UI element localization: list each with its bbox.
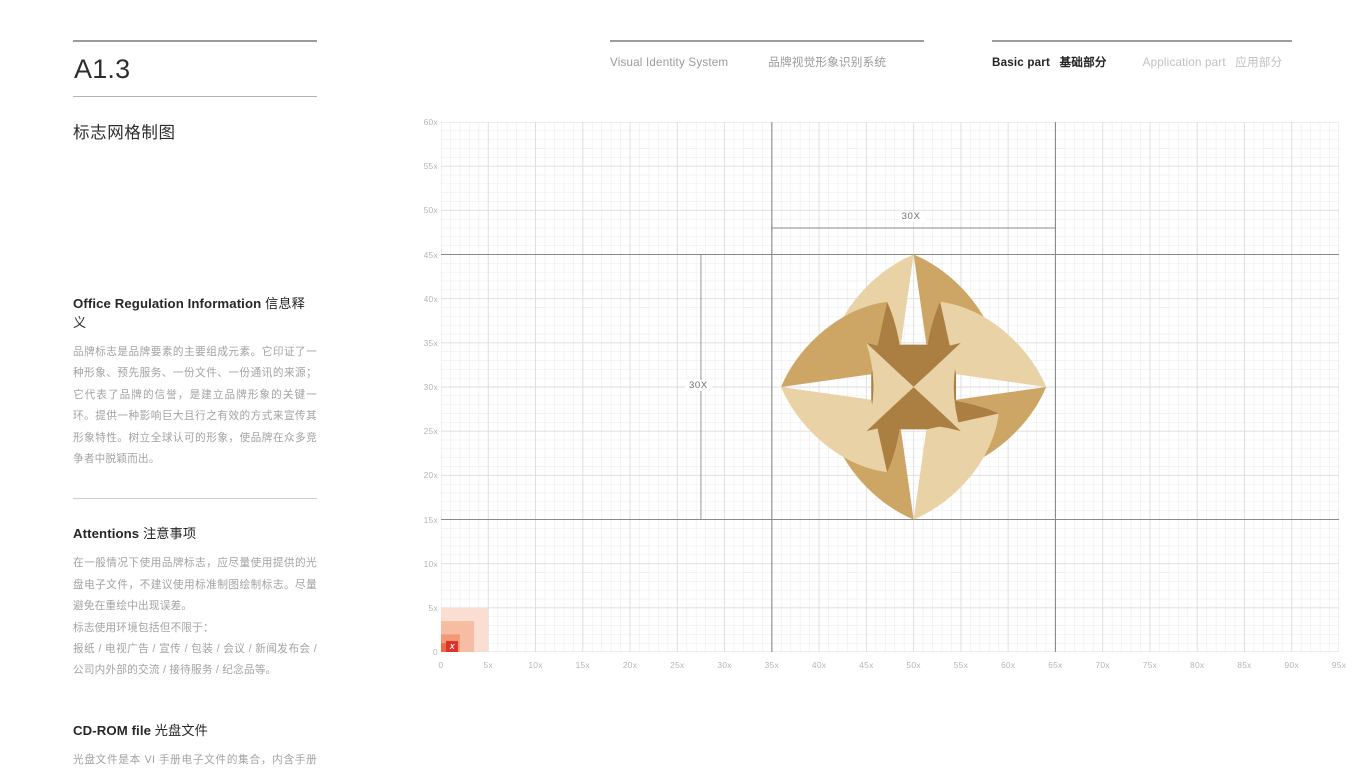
x-tick-label: 85x xyxy=(1237,660,1252,670)
block-office-regulation: Office Regulation Information 信息释义 品牌标志是… xyxy=(73,293,317,470)
dimension-label-horizontal: 30X xyxy=(897,211,925,222)
block-attentions-heading: Attentions 注意事项 xyxy=(73,523,317,542)
x-tick-label: 25x xyxy=(670,660,685,670)
block-attentions-paragraph-3: 报纸 / 电视广告 / 宣传 / 包装 / 会议 / 新闻发布会 / 公司内外部… xyxy=(73,642,317,677)
y-tick-label: 15x xyxy=(423,514,438,525)
x-tick-label: 15x xyxy=(575,660,590,670)
x-tick-label: 20x xyxy=(622,660,638,670)
y-tick-label: 0 xyxy=(433,647,438,657)
unit-x-badge: X xyxy=(446,641,459,652)
block-attentions: Attentions 注意事项 在一般情况下使用品牌标志，应尽量使用提供的光盘电… xyxy=(73,523,317,681)
block-cdrom-file: CD-ROM file 光盘文件 光盘文件是本 VI 手册电子文件的集合，内含手… xyxy=(73,720,317,768)
y-tick-label: 5x xyxy=(428,602,438,613)
y-axis-tick-labels: 0 5x 10x 15x 20x 25x 30x 35x 40x 45x 50x 55x 60x xyxy=(406,112,438,672)
block-office-regulation-body: 品牌标志是品牌要素的主要组成元素。它印证了一种形象、预先服务、一份文件、一份通讯… xyxy=(73,342,317,470)
block-attentions-paragraph-1: 在一般情况下使用品牌标志，应尽量使用提供的光盘电子文件，不建议使用标准制图绘制标… xyxy=(73,557,317,613)
header-vis-cn: 品牌视觉形象识别系统 xyxy=(768,56,887,69)
block-attentions-heading-cn: 注意事项 xyxy=(142,526,197,542)
x-tick-label: 35x xyxy=(764,660,780,670)
y-tick-label: 45x xyxy=(423,249,438,260)
block-office-regulation-heading: Office Regulation Information 信息释义 xyxy=(73,293,317,331)
block-cdrom-file-body: 光盘文件是本 VI 手册电子文件的集合，内含手册制作时的专用软件格式文件。其中 … xyxy=(73,750,317,768)
x-tick-label: 45x xyxy=(859,660,874,670)
y-tick-label: 55x xyxy=(423,161,438,172)
x-tick-label: 75x xyxy=(1142,660,1158,670)
y-tick-label: 60x xyxy=(423,117,438,127)
grid-svg xyxy=(441,122,1339,652)
logo-center-motif xyxy=(866,342,961,432)
block-attentions-heading-en: Attentions xyxy=(73,526,140,542)
page-code: A1.3 xyxy=(74,54,131,84)
sidebar-divider xyxy=(73,498,317,500)
y-tick-label: 10x xyxy=(423,558,438,569)
logo-grid-chart: 0 5x 10x 15x 20x 25x 30x 35x 40x 45x 50x 55x 60x 0 5x… xyxy=(406,112,1346,672)
block-attentions-paragraph-2: 标志使用环境包括但不限于： xyxy=(73,621,214,634)
header-vis-en: Visual Identity System xyxy=(610,56,729,69)
tab-basic-part-en: Basic part xyxy=(992,56,1051,69)
block-office-regulation-heading-en: Office Regulation Information xyxy=(73,296,262,311)
block-cdrom-file-heading: CD-ROM file 光盘文件 xyxy=(73,720,317,739)
block-office-regulation-paragraph: 品牌标志是品牌要素的主要组成元素。它印证了一种形象、预先服务、一份文件、一份通讯… xyxy=(73,346,317,465)
x-tick-label: 55x xyxy=(953,660,969,670)
block-cdrom-file-heading-en: CD-ROM file xyxy=(73,722,152,738)
y-tick-label: 35x xyxy=(423,337,438,348)
block-attentions-body: 在一般情况下使用品牌标志，应尽量使用提供的光盘电子文件，不建议使用标准制图绘制标… xyxy=(73,553,317,681)
x-tick-label: 5x xyxy=(483,660,493,670)
y-tick-label: 30x xyxy=(423,382,438,392)
x-tick-label: 0 xyxy=(438,660,444,670)
tab-application-part-en: Application part xyxy=(1142,56,1226,69)
tab-application-part[interactable]: Application part 应用部分 xyxy=(1143,54,1283,70)
y-tick-label: 50x xyxy=(423,205,438,216)
x-axis-tick-labels: 0 5x 10x 15x 20x 25x 30x 35x 40x 45x 50x 55x 60x 65x 7… xyxy=(438,660,1346,680)
x-tick-label: 30x xyxy=(717,660,732,670)
grid-plot-area xyxy=(441,122,1339,652)
tab-application-part-cn: 应用部分 xyxy=(1235,56,1283,69)
y-tick-label: 40x xyxy=(423,293,438,304)
dimension-label-vertical: 30X xyxy=(684,380,712,391)
x-tick-label: 10x xyxy=(528,660,543,670)
x-tick-label: 90x xyxy=(1284,660,1299,670)
tab-basic-part-cn: 基础部分 xyxy=(1059,56,1107,69)
x-tick-label: 40x xyxy=(811,660,827,670)
x-tick-label: 70x xyxy=(1095,660,1110,670)
x-tick-label: 95x xyxy=(1331,660,1347,670)
header-right-group: Basic part 基础部分 Application part 应用部分 xyxy=(992,40,1292,70)
page-title: 标志网格制图 xyxy=(73,124,176,142)
left-column: A1.3 标志网格制图 Office Regulation Informatio… xyxy=(73,40,317,768)
vi-manual-page: A1.3 标志网格制图 Office Regulation Informatio… xyxy=(0,0,1366,768)
block-cdrom-file-paragraph: 光盘文件是本 VI 手册电子文件的集合，内含手册制作时的专用软件格式文件。其中 … xyxy=(73,753,317,766)
tab-basic-part[interactable]: Basic part 基础部分 xyxy=(992,54,1107,70)
block-cdrom-file-heading-cn: 光盘文件 xyxy=(154,722,208,738)
y-tick-label: 25x xyxy=(423,426,438,437)
x-tick-label: 80x xyxy=(1190,660,1205,670)
y-tick-label: 20x xyxy=(423,470,438,481)
x-tick-label: 65x xyxy=(1048,660,1063,670)
header-left-group: Visual Identity System 品牌视觉形象识别系统 xyxy=(610,40,924,70)
x-tick-label: 50x xyxy=(906,660,921,670)
x-tick-label: 60x xyxy=(1000,660,1016,670)
